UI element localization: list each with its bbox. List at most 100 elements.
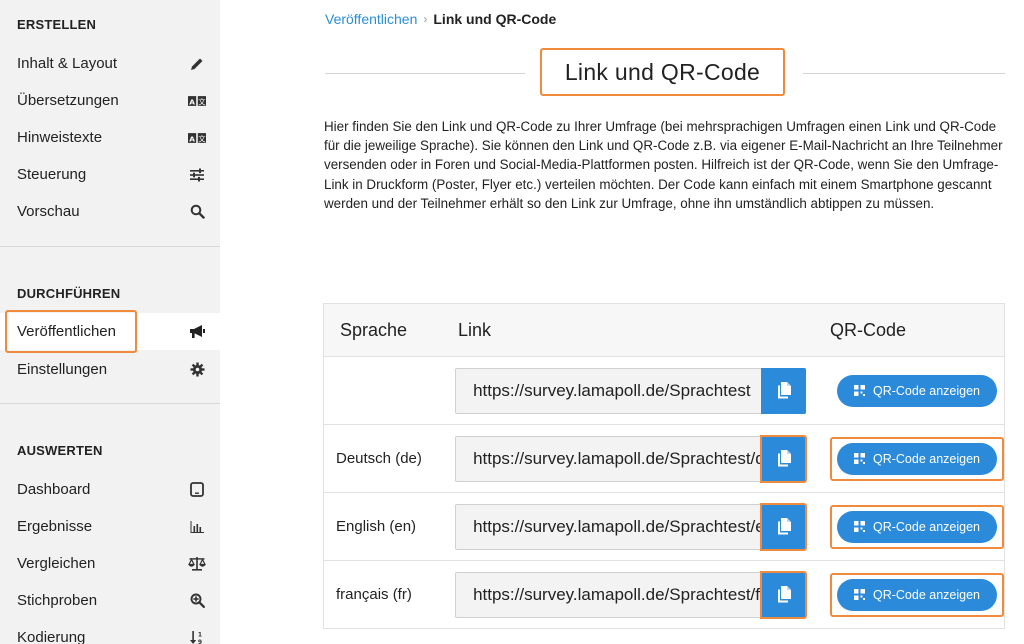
- sidebar-item-vergleichen[interactable]: Vergleichen: [0, 545, 220, 582]
- section-title-erstellen: ERSTELLEN: [17, 17, 97, 32]
- copy-link-button[interactable]: [761, 367, 807, 414]
- section-title-durchfuehren: DURCHFÜHREN: [17, 286, 121, 301]
- link-field-group: https://survey.lamapoll.de/Sprachtest/en: [455, 502, 808, 551]
- link-field-group: https://survey.lamapoll.de/Sprachtest/de: [455, 434, 808, 483]
- qr-code-icon: [853, 589, 865, 600]
- qr-code-icon: [853, 453, 865, 464]
- sidebar-divider: [0, 403, 220, 404]
- qr-code-icon: [853, 385, 865, 396]
- sidebar-item-steuerung[interactable]: Steuerung: [0, 156, 220, 193]
- survey-link-input[interactable]: https://survey.lamapoll.de/Sprachtest/de: [455, 435, 762, 482]
- copy-link-button[interactable]: [760, 434, 808, 483]
- link-cell: https://survey.lamapoll.de/Sprachtest/de: [445, 434, 814, 483]
- breadcrumb-current: Link und QR-Code: [433, 11, 557, 27]
- sidebar-item-veroeffentlichen[interactable]: Veröffentlichen: [0, 313, 220, 350]
- survey-link-input[interactable]: https://survey.lamapoll.de/Sprachtest/en: [455, 503, 762, 550]
- svg-text:A: A: [189, 97, 195, 106]
- sidebar-item-einstellungen[interactable]: Einstellungen: [0, 351, 220, 388]
- section-title-auswerten: AUSWERTEN: [17, 443, 103, 458]
- qr-button-wrap: QR-Code anzeigen: [830, 369, 1004, 413]
- sidebar-item-label: Vergleichen: [17, 555, 96, 572]
- translate-icon: A文: [188, 129, 206, 147]
- copy-icon: [777, 382, 791, 399]
- row-language: Deutsch (de): [336, 450, 422, 467]
- link-field-group: https://survey.lamapoll.de/Sprachtest: [455, 367, 807, 414]
- sidebar-item-label: Ergebnisse: [17, 518, 93, 535]
- qr-button-wrap: QR-Code anzeigen: [829, 504, 1004, 549]
- sidebar-divider: [0, 246, 220, 247]
- table-header-row: Sprache Link QR-Code: [324, 304, 1004, 356]
- show-qr-label: QR-Code anzeigen: [872, 587, 980, 602]
- sidebar-item-hinweistexte[interactable]: Hinweistexte A文: [0, 119, 220, 156]
- links-table: Sprache Link QR-Code https://survey.lama…: [323, 303, 1005, 629]
- title-rule-right: [803, 73, 1005, 74]
- sidebar-item-label: Kodierung: [17, 629, 86, 644]
- copy-link-button[interactable]: [760, 502, 808, 551]
- sidebar-item-uebersetzungen[interactable]: Übersetzungen A文: [0, 82, 220, 119]
- show-qr-label: QR-Code anzeigen: [872, 383, 980, 398]
- qr-cell: QR-Code anzeigen: [814, 436, 1004, 481]
- sidebar-item-ergebnisse[interactable]: Ergebnisse: [0, 508, 220, 545]
- sidebar-item-label: Dashboard: [17, 481, 91, 498]
- breadcrumb-link-veroeffentlichen[interactable]: Veröffentlichen: [325, 11, 417, 27]
- show-qr-label: QR-Code anzeigen: [872, 519, 980, 534]
- show-qr-label: QR-Code anzeigen: [872, 451, 980, 466]
- bar-chart-icon: [188, 518, 206, 536]
- sidebar-item-label: Einstellungen: [17, 361, 108, 378]
- sidebar-item-label: Hinweistexte: [17, 129, 103, 146]
- sidebar-item-dashboard[interactable]: Dashboard: [0, 471, 220, 508]
- column-header-link: Link: [458, 319, 492, 340]
- breadcrumb: Veröffentlichen › Link und QR-Code: [325, 11, 556, 27]
- megaphone-icon: [188, 323, 206, 341]
- svg-text:9: 9: [198, 639, 202, 644]
- tablet-icon: [188, 481, 206, 499]
- search-icon: [188, 203, 206, 221]
- survey-link-input[interactable]: https://survey.lamapoll.de/Sprachtest/fr: [455, 571, 762, 618]
- copy-icon: [777, 586, 791, 603]
- link-cell: https://survey.lamapoll.de/Sprachtest: [445, 367, 814, 414]
- copy-link-button[interactable]: [760, 570, 808, 619]
- svg-text:文: 文: [198, 97, 206, 106]
- link-cell: https://survey.lamapoll.de/Sprachtest/en: [445, 502, 814, 551]
- intro-text: Hier finden Sie den Link und QR-Code zu …: [324, 119, 1003, 211]
- zoom-in-icon: [188, 592, 206, 610]
- title-rule-left: [325, 73, 525, 74]
- show-qr-button[interactable]: QR-Code anzeigen: [836, 442, 997, 475]
- show-qr-button[interactable]: QR-Code anzeigen: [836, 578, 997, 611]
- qr-cell: QR-Code anzeigen: [814, 572, 1004, 617]
- sidebar-item-stichproben[interactable]: Stichproben: [0, 582, 220, 619]
- sidebar-item-label: Veröffentlichen: [17, 323, 116, 340]
- row-language: français (fr): [336, 586, 412, 603]
- sidebar-item-vorschau[interactable]: Vorschau: [0, 193, 220, 230]
- page-title: Link und QR-Code: [540, 48, 785, 96]
- scale-icon: [188, 555, 206, 573]
- table-row: https://survey.lamapoll.de/Sprachtest QR…: [324, 356, 1004, 424]
- breadcrumb-separator-icon: ›: [423, 12, 428, 26]
- sidebar-item-label: Inhalt & Layout: [17, 55, 118, 72]
- sidebar-item-kodierung[interactable]: Kodierung 19: [0, 619, 220, 644]
- sidebar-item-inhalt-layout[interactable]: Inhalt & Layout: [0, 45, 220, 82]
- link-field-group: https://survey.lamapoll.de/Sprachtest/fr: [455, 570, 808, 619]
- translate-icon: A文: [188, 92, 206, 110]
- qr-button-wrap: QR-Code anzeigen: [829, 572, 1004, 617]
- column-header-qr: QR-Code: [830, 319, 907, 340]
- show-qr-button[interactable]: QR-Code anzeigen: [836, 510, 997, 543]
- sidebar-item-label: Übersetzungen: [17, 92, 119, 109]
- qr-cell: QR-Code anzeigen: [814, 369, 1004, 413]
- link-cell: https://survey.lamapoll.de/Sprachtest/fr: [445, 570, 814, 619]
- table-row: English (en) https://survey.lamapoll.de/…: [324, 492, 1004, 560]
- sliders-icon: [188, 166, 206, 184]
- sort-icon: 19: [188, 629, 206, 644]
- pencil-icon: [188, 55, 206, 73]
- svg-text:1: 1: [198, 632, 202, 639]
- svg-text:A: A: [189, 134, 195, 143]
- svg-text:文: 文: [198, 134, 206, 143]
- qr-code-icon: [853, 521, 865, 532]
- table-row: Deutsch (de) https://survey.lamapoll.de/…: [324, 424, 1004, 492]
- show-qr-button[interactable]: QR-Code anzeigen: [836, 374, 997, 407]
- survey-link-input[interactable]: https://survey.lamapoll.de/Sprachtest: [455, 367, 762, 414]
- sidebar: ERSTELLEN Inhalt & Layout Übersetzungen …: [0, 0, 220, 644]
- row-language: English (en): [336, 518, 417, 535]
- copy-icon: [777, 518, 791, 535]
- sidebar-item-label: Steuerung: [17, 166, 87, 183]
